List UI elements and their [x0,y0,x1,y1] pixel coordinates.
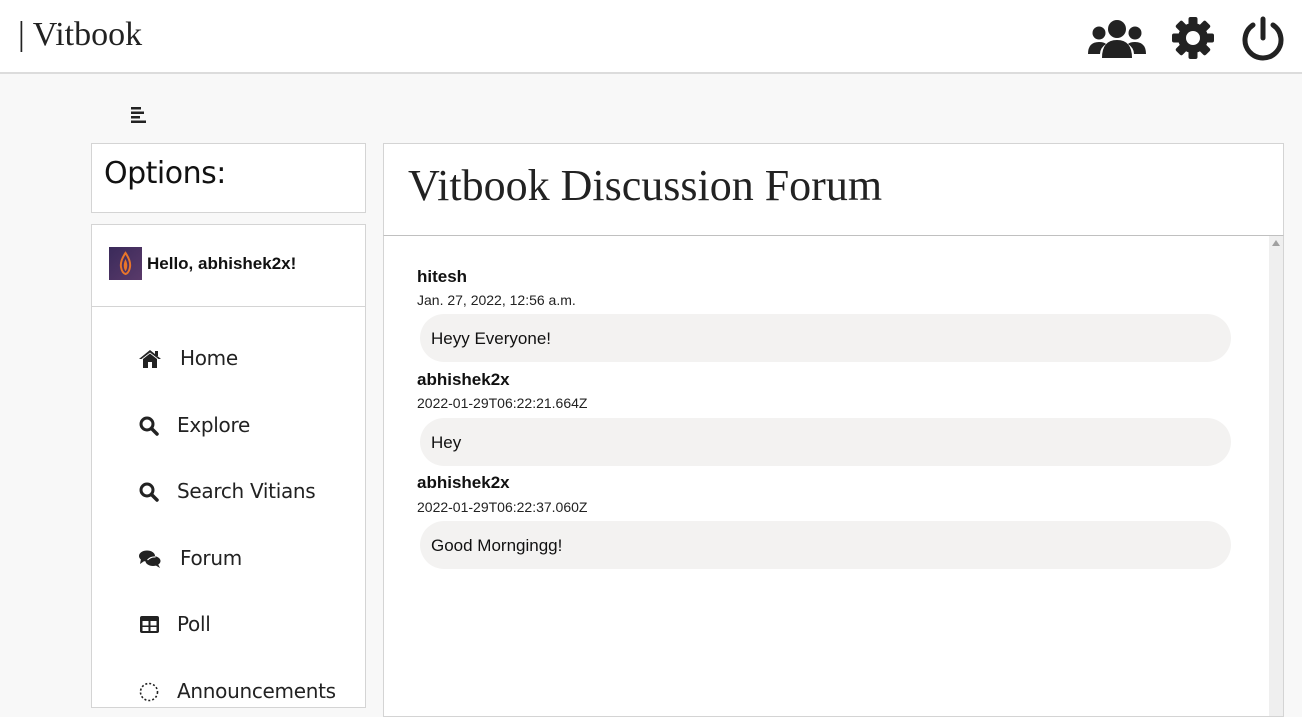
user-greeting: Hello, abhishek2x! [147,254,297,273]
user-panel: Hello, abhishek2x! [91,224,366,307]
message-time: 2022-01-29T06:22:21.664Z [417,395,588,411]
power-icon[interactable] [1240,16,1286,62]
message-bubble: Good Morngingg! [420,521,1231,569]
message-bubble: Heyy Everyone! [420,314,1231,362]
options-panel: Options: [91,143,366,213]
message-author: abhishek2x [417,370,510,389]
top-navbar: | Vitbook [0,0,1302,74]
forum-header: Vitbook Discussion Forum [383,143,1284,236]
circle-notch-icon [139,682,161,702]
options-title: Options: [104,156,226,191]
search-icon [139,482,161,502]
message-text: Heyy Everyone! [431,329,551,348]
sidebar-nav: Home Explore Search Vitians Forum Poll A… [91,306,366,708]
message-text: Good Morngingg! [431,536,563,555]
sidebar-item-label: Announcements [177,679,336,703]
sidebar-item-label: Poll [177,612,211,636]
table-icon [139,615,161,635]
scrollbar[interactable] [1269,236,1283,716]
sidebar-item-label: Explore [177,413,250,437]
message-author: abhishek2x [417,473,510,492]
message-author: hitesh [417,267,468,286]
message-bubble: Hey [420,418,1231,466]
message-time: 2022-01-29T06:22:37.060Z [417,499,588,515]
home-icon [139,349,161,369]
message-text: Hey [431,433,462,452]
sidebar-item-label: Home [180,346,238,370]
comments-icon [139,549,161,569]
page-title: Vitbook Discussion Forum [408,161,883,210]
scroll-up-arrow-icon[interactable] [1272,240,1280,246]
brand-logo[interactable]: | Vitbook [18,16,142,54]
users-icon[interactable] [1088,18,1146,60]
sidebar-item-label: Forum [180,546,242,570]
avatar[interactable] [109,247,142,280]
message-time: Jan. 27, 2022, 12:56 a.m. [417,292,576,308]
search-icon [139,416,161,436]
sidebar-item-label: Search Vitians [177,479,316,503]
sidebar-toggle-icon[interactable] [131,107,147,123]
gear-icon[interactable] [1171,16,1215,60]
forum-messages[interactable]: hitesh Jan. 27, 2022, 12:56 a.m. Heyy Ev… [383,235,1284,717]
